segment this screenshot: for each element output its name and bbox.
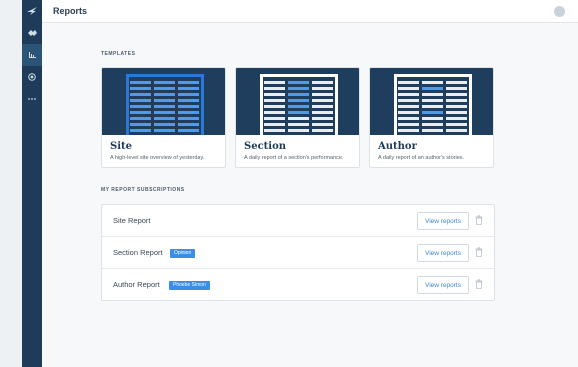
template-description: A daily report of a section's performanc… xyxy=(244,155,344,161)
handshake-icon xyxy=(27,30,37,36)
sidebar xyxy=(22,0,42,367)
subscription-row: Author Report Phoebe Simon View reports xyxy=(102,269,494,301)
template-thumbnail-site xyxy=(102,68,225,135)
subscription-name: Section Report xyxy=(113,248,163,257)
template-thumbnail-author xyxy=(370,68,493,135)
template-description: A high-level site overview of yesterday. xyxy=(110,155,205,161)
template-name: Author xyxy=(378,141,417,152)
subscriptions-list: Site Report View reports Section Report … xyxy=(101,204,495,301)
subscription-row: Site Report View reports xyxy=(102,205,494,237)
trash-icon[interactable] xyxy=(475,247,483,257)
sidebar-item-reports[interactable] xyxy=(22,44,42,66)
subscription-name: Site Report xyxy=(113,216,151,225)
subscription-name: Author Report xyxy=(113,280,160,289)
view-reports-button[interactable]: View reports xyxy=(417,276,469,294)
subscription-row: Section Report Opinion View reports xyxy=(102,237,494,269)
sidebar-item-more[interactable] xyxy=(22,88,42,110)
page-title: Reports xyxy=(53,6,88,16)
template-card-author[interactable]: Author A daily report of an author's sto… xyxy=(369,67,494,168)
template-name: Section xyxy=(244,141,287,152)
sidebar-item-goals[interactable] xyxy=(22,66,42,88)
template-card-site[interactable]: Site A high-level site overview of yeste… xyxy=(101,67,226,168)
main-area: Reports TEMPLATES Site A high-level site… xyxy=(42,0,578,367)
template-thumbnail-section xyxy=(236,68,359,135)
page-header: Reports xyxy=(42,0,578,23)
trash-icon[interactable] xyxy=(475,279,483,289)
sidebar-logo[interactable] xyxy=(22,0,42,22)
bird-logo-icon xyxy=(27,7,37,15)
sidebar-item-partners[interactable] xyxy=(22,22,42,44)
target-icon xyxy=(28,73,36,81)
more-icon xyxy=(28,98,36,100)
view-reports-button[interactable]: View reports xyxy=(417,212,469,230)
template-card-section[interactable]: Section A daily report of a section's pe… xyxy=(235,67,360,168)
subscription-tag: Opinion xyxy=(170,249,196,258)
bar-chart-icon xyxy=(28,52,36,58)
templates-label: TEMPLATES xyxy=(101,51,136,57)
subscription-tag: Phoebe Simon xyxy=(169,281,210,290)
trash-icon[interactable] xyxy=(475,215,483,225)
template-description: A daily report of an author's stories. xyxy=(378,155,465,161)
subscriptions-label: MY REPORT SUBSCRIPTIONS xyxy=(101,187,185,193)
avatar[interactable] xyxy=(554,6,565,17)
view-reports-button[interactable]: View reports xyxy=(417,244,469,262)
template-name: Site xyxy=(110,141,133,152)
